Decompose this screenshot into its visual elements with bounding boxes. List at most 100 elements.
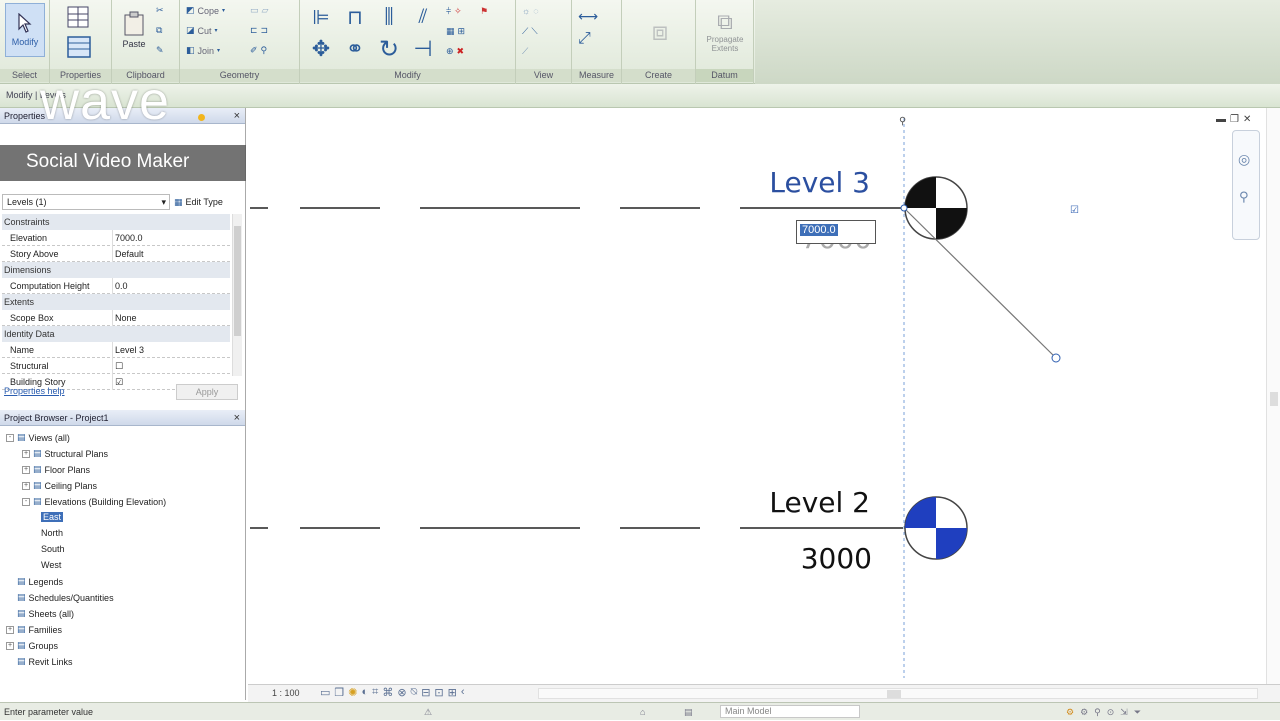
detail-level-icon[interactable]: ▭ [320, 686, 330, 699]
browser-tree-item[interactable]: + ▤ Families [6, 624, 62, 635]
align-button[interactable]: ⊫ [306, 4, 336, 30]
browser-tree-item[interactable]: + ▤ Structural Plans [22, 448, 108, 459]
property-category[interactable]: Constraints [2, 214, 230, 230]
wall-joins-button[interactable]: ⊏ ⊐ [250, 25, 268, 36]
property-row[interactable]: Computation Height 0.0 [2, 278, 230, 294]
browser-tree-item[interactable]: ▤ Legends [6, 576, 63, 587]
drag-handle-icon[interactable] [900, 204, 908, 212]
property-value[interactable]: 0.0 [112, 278, 217, 294]
browser-tree-item[interactable]: - ▤ Elevations (Building Elevation) [22, 496, 166, 507]
property-row[interactable]: Structural ☐ [2, 358, 230, 374]
property-value[interactable]: Level 3 [112, 342, 217, 358]
level-2-name[interactable]: Level 2 [769, 486, 870, 519]
select-pinned-icon[interactable]: ⚲ [1094, 703, 1101, 721]
property-value[interactable]: Default [112, 246, 217, 262]
property-value[interactable]: None [112, 310, 217, 326]
steering-wheel-icon[interactable]: ◎ [1238, 151, 1250, 168]
measure-between-button[interactable]: ⟷ [578, 8, 598, 25]
linework-button[interactable]: ⟋ ⟍ [522, 26, 538, 37]
close-icon[interactable]: ✕ [1243, 114, 1251, 125]
property-value[interactable]: 7000.0 [112, 230, 217, 246]
editable-only-icon[interactable]: ▤ [684, 703, 693, 721]
rotate-button[interactable]: ↻ [374, 34, 404, 64]
browser-tree-item[interactable]: East [38, 512, 64, 522]
elevation-view[interactable]: Level 3 ☑ ⚲ 7000 Level 2 3000 [248, 108, 1280, 684]
browser-tree-item[interactable]: North [38, 528, 63, 538]
cut-clipboard-button[interactable]: ✂ [156, 5, 164, 16]
select-underlay-icon[interactable]: ⚙ [1080, 703, 1088, 721]
browser-tree-item[interactable]: + ▤ Ceiling Plans [22, 480, 97, 491]
chevron-left-icon[interactable]: ‹ [461, 686, 465, 699]
split-button[interactable]: ⫩ ✧ [446, 6, 462, 17]
sun-path-icon[interactable]: ✺ [348, 686, 357, 699]
select-links-icon[interactable]: ⚙ [1066, 703, 1074, 721]
property-row[interactable]: Story Above Default [2, 246, 230, 262]
split-face-button[interactable]: ▭ ▱ [250, 5, 268, 16]
close-icon[interactable]: × [234, 108, 240, 124]
tree-expander-icon[interactable]: + [6, 625, 14, 634]
tree-expander-icon[interactable]: + [22, 449, 30, 458]
pin-button[interactable]: ⊕ ✖ [446, 46, 464, 57]
dimension-button[interactable]: ⤢ [578, 30, 591, 48]
tree-expander-icon[interactable]: - [6, 433, 14, 442]
properties-scrollbar[interactable] [232, 214, 242, 376]
reveal-hidden-icon[interactable]: ⍉ [411, 686, 418, 699]
level-2-elevation[interactable]: 3000 [801, 542, 872, 575]
design-options-icon[interactable]: ⌂ [640, 703, 645, 721]
match-properties-button[interactable]: ✎ [156, 45, 164, 56]
type-properties-button[interactable] [62, 3, 96, 31]
browser-tree-item[interactable]: ▤ Revit Links [6, 656, 73, 667]
browser-tree-item[interactable]: + ▤ Groups [6, 640, 58, 651]
offset-button[interactable]: ⊓ [340, 4, 370, 30]
browser-tree-item[interactable]: West [38, 560, 61, 570]
mirror-axis-button[interactable]: ⫼ [374, 4, 404, 30]
design-option-selector[interactable]: Main Model [720, 705, 860, 718]
property-row[interactable]: Elevation 7000.0 [2, 230, 230, 246]
view-hide-button[interactable]: ☼ ◌ [522, 6, 539, 16]
type-selector[interactable]: Levels (1) ▾ [2, 194, 170, 210]
modify-button[interactable]: Modify [5, 3, 45, 57]
close-icon[interactable]: × [234, 410, 240, 426]
elevation-edit-box[interactable]: 7000.0 [796, 220, 876, 244]
view-override-button[interactable]: ⟋ [522, 46, 528, 57]
scrollbar-thumb[interactable] [234, 226, 241, 336]
edit-type-button[interactable]: ▦ Edit Type [174, 194, 238, 210]
view-scale[interactable]: 1 : 100 [272, 688, 300, 698]
property-value[interactable]: ☐ [112, 358, 217, 374]
browser-tree-item[interactable]: ▤ Sheets (all) [6, 608, 74, 619]
show-crop-icon[interactable]: ⌘ [382, 686, 393, 699]
restore-icon[interactable]: ❐ [1230, 114, 1239, 125]
browser-tree-item[interactable]: - ▤ Views (all) [6, 432, 70, 443]
apply-button[interactable]: Apply [176, 384, 238, 400]
filter-icon[interactable]: ⏷ [1134, 703, 1141, 721]
browser-tree-item[interactable]: + ▤ Floor Plans [22, 464, 90, 475]
property-category[interactable]: Dimensions [2, 262, 230, 278]
highlight-icon[interactable]: ⊡ [434, 686, 443, 699]
browser-tree-item[interactable]: South [38, 544, 65, 554]
worksharing-icon[interactable]: ⊟ [421, 686, 430, 699]
property-row[interactable]: Name Level 3 [2, 342, 230, 358]
tree-expander-icon[interactable]: + [6, 641, 14, 650]
crop-view-icon[interactable]: ⌗ [372, 686, 378, 699]
cut-geometry-button[interactable]: ◪ Cut ▾ [186, 25, 218, 36]
join-button[interactable]: ◧ Join ▾ [186, 45, 220, 56]
select-by-face-icon[interactable]: ⊙ [1107, 703, 1115, 721]
level-3-name[interactable]: Level 3 [769, 166, 870, 199]
shadows-icon[interactable]: ◐ [362, 686, 369, 699]
propagate-extents-button[interactable]: ⧉ Propagate Extents [700, 3, 750, 59]
property-category[interactable]: Extents [2, 294, 230, 310]
level-3-head-icon[interactable] [904, 176, 968, 240]
array-button[interactable]: ▦ ⊞ [446, 26, 465, 37]
zoom-icon[interactable]: ⚲ [1239, 189, 1249, 205]
temporary-hide-icon[interactable]: ⊗ [397, 686, 406, 699]
drag-handle-icon[interactable] [1051, 353, 1061, 363]
worksets-icon[interactable]: ⚠ [424, 703, 432, 721]
horizontal-scrollbar[interactable] [538, 688, 1258, 699]
copy-clipboard-button[interactable]: ⧉ [156, 25, 162, 36]
level-2-head-icon[interactable] [904, 496, 968, 560]
scrollbar-thumb[interactable] [1270, 392, 1278, 406]
tree-expander-icon[interactable]: - [22, 497, 30, 506]
trim-button[interactable]: ⊣ [408, 34, 438, 64]
minimize-icon[interactable]: ▬ [1216, 114, 1226, 125]
properties-toggle-button[interactable] [62, 33, 96, 61]
